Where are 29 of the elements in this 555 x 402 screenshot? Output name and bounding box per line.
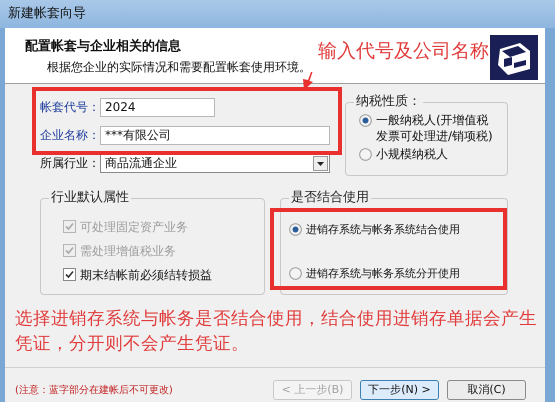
- header-subtitle: 根据您企业的实际情况和需要配置帐套使用环境。: [47, 59, 311, 76]
- radio-button[interactable]: [289, 223, 302, 236]
- option-label: 进销存系统与帐务系统分开使用: [306, 266, 460, 282]
- radio-button[interactable]: [359, 148, 372, 161]
- checkbox[interactable]: [63, 268, 76, 282]
- checkbox-label: 可处理固定资产业务: [80, 218, 188, 236]
- annotation-text: 输入代号及公司名称: [318, 39, 489, 64]
- window-title: 新建帐套向导: [8, 5, 86, 24]
- text-field[interactable]: ***有限公司: [100, 126, 330, 145]
- annotation-text: 选择进销存系统与帐务是否结合使用，结合使用进销存单据会产生凭证，分开则不会产生凭证。: [15, 308, 538, 356]
- wizard-button[interactable]: 取消(C): [447, 380, 526, 400]
- checkbox-label: 需处理增值税业务: [80, 242, 176, 260]
- field-label: 企业名称：: [40, 127, 100, 144]
- radio-button[interactable]: [289, 267, 302, 280]
- option-label: 一般纳税人(开增值税: [376, 112, 490, 128]
- note-text: (注意：蓝字部分在建帐后不可更改): [15, 384, 174, 398]
- option-label: 发票可处理进/销项税): [376, 128, 493, 144]
- option-label: 小规模纳税人: [376, 146, 448, 162]
- caret-icon: [313, 156, 328, 171]
- wizard-button[interactable]: 下一步(N) >: [360, 380, 439, 400]
- box-icon: [490, 35, 538, 80]
- checkbox-label: 期末结帐前必须结转损益: [80, 266, 212, 284]
- header-title: 配置帐套与企业相关的信息: [25, 38, 181, 56]
- text-field[interactable]: 2024: [100, 98, 215, 117]
- field-label: 帐套代号：: [40, 99, 100, 116]
- radio-button[interactable]: [359, 114, 372, 127]
- field-label: 所属行业：: [40, 155, 100, 172]
- arrow-icon: [300, 72, 314, 90]
- option-label: 进销存系统与帐务系统结合使用: [306, 222, 460, 238]
